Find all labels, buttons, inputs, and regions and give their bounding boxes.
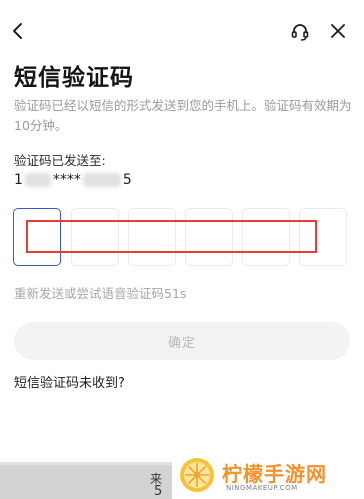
phone-blur-mask — [82, 173, 121, 187]
watermark: 柠檬手游网 NINGMAKEUP.COM — [176, 452, 364, 499]
description-text: 验证码已经以短信的形式发送到您的手机上。验证码有效期为10分钟。 — [14, 98, 352, 133]
phone-blur-mask — [24, 173, 51, 187]
verification-code-input[interactable] — [13, 208, 353, 266]
page-title: 短信验证码 — [14, 65, 134, 91]
close-button[interactable] — [324, 17, 352, 45]
top-bar — [0, 0, 364, 60]
keyboard-key[interactable]: 5 — [154, 484, 162, 499]
confirm-button[interactable]: 确定 — [14, 322, 350, 360]
watermark-url: NINGMAKEUP.COM — [226, 484, 298, 492]
watermark-name: 柠檬手游网 — [222, 462, 327, 486]
annotation-highlight-box — [26, 220, 317, 253]
phone-prefix: 1 — [14, 172, 23, 188]
phone-number: 1 **** 5 — [14, 170, 132, 190]
back-button[interactable] — [4, 17, 32, 45]
headset-icon — [291, 24, 309, 41]
sent-to-label: 验证码已发送至: — [14, 153, 106, 168]
keyboard-strip — [0, 462, 172, 499]
phone-suffix: 5 — [122, 172, 132, 188]
chevron-left-icon — [13, 23, 22, 39]
customer-service-button[interactable] — [286, 18, 314, 46]
phone-masked-digits: **** — [52, 172, 81, 188]
close-icon — [331, 24, 345, 38]
lemon-logo-icon — [180, 458, 214, 492]
resend-countdown[interactable]: 重新发送或尝试语音验证码51s — [14, 283, 186, 302]
code-not-received-link[interactable]: 短信验证码未收到? — [14, 372, 125, 391]
